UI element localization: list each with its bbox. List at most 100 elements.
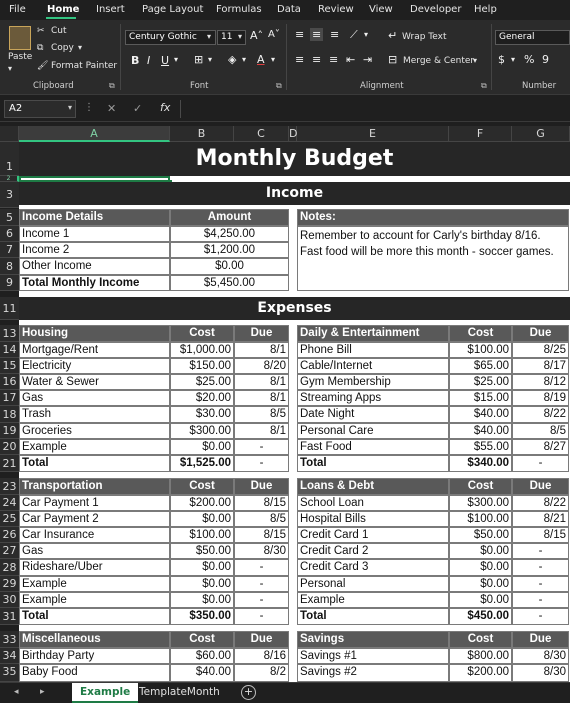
menu-help[interactable]: Help <box>474 4 497 15</box>
row-header[interactable]: 15 <box>0 358 19 374</box>
expense-label[interactable]: Rideshare/Uber <box>19 559 170 576</box>
row-header[interactable]: 19 <box>0 423 19 439</box>
expense-due[interactable]: 8/12 <box>512 374 569 390</box>
menu-file[interactable]: File <box>9 4 26 15</box>
income-amount[interactable]: $0.00 <box>170 258 289 275</box>
row-header[interactable]: 30 <box>0 592 19 608</box>
column-header-g[interactable]: G <box>512 126 570 142</box>
expense-cost[interactable]: $0.00 <box>449 559 512 576</box>
expense-cost[interactable]: $65.00 <box>449 358 512 374</box>
expense-due[interactable]: 8/19 <box>512 390 569 406</box>
expense-due[interactable]: 8/20 <box>234 358 289 374</box>
expense-label[interactable]: Electricity <box>19 358 170 374</box>
expense-due[interactable]: 8/22 <box>512 495 569 511</box>
total-income-amount[interactable]: $5,450.00 <box>170 275 289 291</box>
row-header[interactable]: 21 <box>0 455 19 472</box>
expense-cost[interactable]: $200.00 <box>170 495 234 511</box>
paste-button[interactable]: Paste <box>8 52 32 62</box>
paste-dropdown-icon[interactable]: ▾ <box>8 64 12 73</box>
menu-home[interactable]: Home <box>47 4 79 15</box>
cost-header[interactable]: Cost <box>170 631 234 648</box>
expense-due[interactable]: - <box>512 576 569 592</box>
row-header[interactable]: 18 <box>0 406 19 423</box>
expense-cost[interactable]: $0.00 <box>170 559 234 576</box>
menu-page-layout[interactable]: Page Layout <box>142 4 203 15</box>
expense-cost[interactable]: $100.00 <box>170 527 234 543</box>
cost-header[interactable]: Cost <box>170 325 234 342</box>
expense-label[interactable]: Cable/Internet <box>297 358 449 374</box>
row-header[interactable]: 24 <box>0 495 19 511</box>
expense-label[interactable]: Date Night <box>297 406 449 423</box>
expense-cost[interactable]: $15.00 <box>449 390 512 406</box>
column-header-c[interactable]: C <box>234 126 289 142</box>
expense-due[interactable]: 8/2 <box>234 664 289 682</box>
scroll-right-icon[interactable]: ▸ <box>40 687 45 697</box>
row-header[interactable]: 35 <box>0 664 19 682</box>
comma-style-icon[interactable]: 9 <box>542 53 549 66</box>
savings-label[interactable]: Savings #2 <box>297 664 449 682</box>
expense-due[interactable]: 8/30 <box>234 543 289 559</box>
menu-data[interactable]: Data <box>277 4 301 15</box>
row-header[interactable]: 1 <box>0 142 19 176</box>
currency-dropdown-icon[interactable]: ▾ <box>511 55 515 64</box>
expense-cost[interactable]: $50.00 <box>449 527 512 543</box>
row-header[interactable]: 33 <box>0 631 19 648</box>
menu-insert[interactable]: Insert <box>96 4 125 15</box>
row-header[interactable]: 6 <box>0 226 19 242</box>
savings-due[interactable]: 8/30 <box>512 648 569 664</box>
name-box-dropdown-icon[interactable]: ▾ <box>68 103 72 112</box>
align-center-icon[interactable]: ≡ <box>312 53 321 66</box>
row-header[interactable]: 17 <box>0 390 19 406</box>
decrease-font-icon[interactable]: A˅ <box>268 29 280 40</box>
row-header[interactable]: 26 <box>0 527 19 543</box>
font-color-dropdown-icon[interactable]: ▾ <box>271 55 275 64</box>
expense-due[interactable]: 8/21 <box>512 511 569 527</box>
expense-due[interactable]: - <box>512 592 569 608</box>
savings-due[interactable]: 8/30 <box>512 664 569 682</box>
income-details-header[interactable]: Income Details <box>19 209 170 226</box>
income-section-header[interactable]: Income <box>19 182 570 205</box>
select-all-button[interactable] <box>0 126 19 142</box>
align-bottom-icon[interactable]: ≡ <box>330 28 339 41</box>
total-due[interactable]: - <box>512 455 569 472</box>
row-header[interactable]: 8 <box>0 258 19 275</box>
expense-cost[interactable]: $0.00 <box>449 543 512 559</box>
insert-function-button[interactable]: fx <box>160 101 170 114</box>
fill-color-icon[interactable]: ◈ <box>228 53 236 66</box>
wrap-text-button[interactable]: Wrap Text <box>402 32 447 42</box>
orientation-icon[interactable]: ⟋ <box>350 28 358 42</box>
expense-label[interactable]: Gas <box>19 390 170 406</box>
total-label[interactable]: Total <box>297 608 449 625</box>
due-header[interactable]: Due <box>234 478 289 495</box>
expense-label[interactable]: Baby Food <box>19 664 170 682</box>
align-top-icon[interactable]: ≡ <box>295 28 304 41</box>
expense-label[interactable]: Credit Card 2 <box>297 543 449 559</box>
due-header[interactable]: Due <box>234 325 289 342</box>
savings-label[interactable]: Savings #1 <box>297 648 449 664</box>
expense-due[interactable]: 8/5 <box>512 423 569 439</box>
expense-label[interactable]: Phone Bill <box>297 342 449 358</box>
decrease-indent-icon[interactable]: ⇤ <box>346 53 355 66</box>
expense-cost[interactable]: $50.00 <box>170 543 234 559</box>
loans-debt-header[interactable]: Loans & Debt <box>297 478 449 495</box>
expense-cost[interactable]: $100.00 <box>449 511 512 527</box>
miscellaneous-header[interactable]: Miscellaneous <box>19 631 170 648</box>
due-header[interactable]: Due <box>234 631 289 648</box>
tab-templatemonth[interactable]: TemplateMonth <box>131 683 228 703</box>
cost-header[interactable]: Cost <box>170 478 234 495</box>
row-header[interactable]: 29 <box>0 576 19 592</box>
expense-due[interactable]: - <box>234 439 289 455</box>
expense-cost[interactable]: $100.00 <box>449 342 512 358</box>
due-header[interactable]: Due <box>512 631 569 648</box>
column-header-f[interactable]: F <box>449 126 512 142</box>
expense-cost[interactable]: $150.00 <box>170 358 234 374</box>
expense-label[interactable]: Car Payment 1 <box>19 495 170 511</box>
expense-label[interactable]: Personal Care <box>297 423 449 439</box>
expense-cost[interactable]: $0.00 <box>449 592 512 608</box>
expense-label[interactable]: Birthday Party <box>19 648 170 664</box>
font-color-icon[interactable]: A <box>257 53 265 66</box>
income-label[interactable]: Income 1 <box>19 226 170 242</box>
expense-label[interactable]: Example <box>297 592 449 608</box>
expense-due[interactable]: 8/1 <box>234 390 289 406</box>
expense-cost[interactable]: $25.00 <box>170 374 234 390</box>
